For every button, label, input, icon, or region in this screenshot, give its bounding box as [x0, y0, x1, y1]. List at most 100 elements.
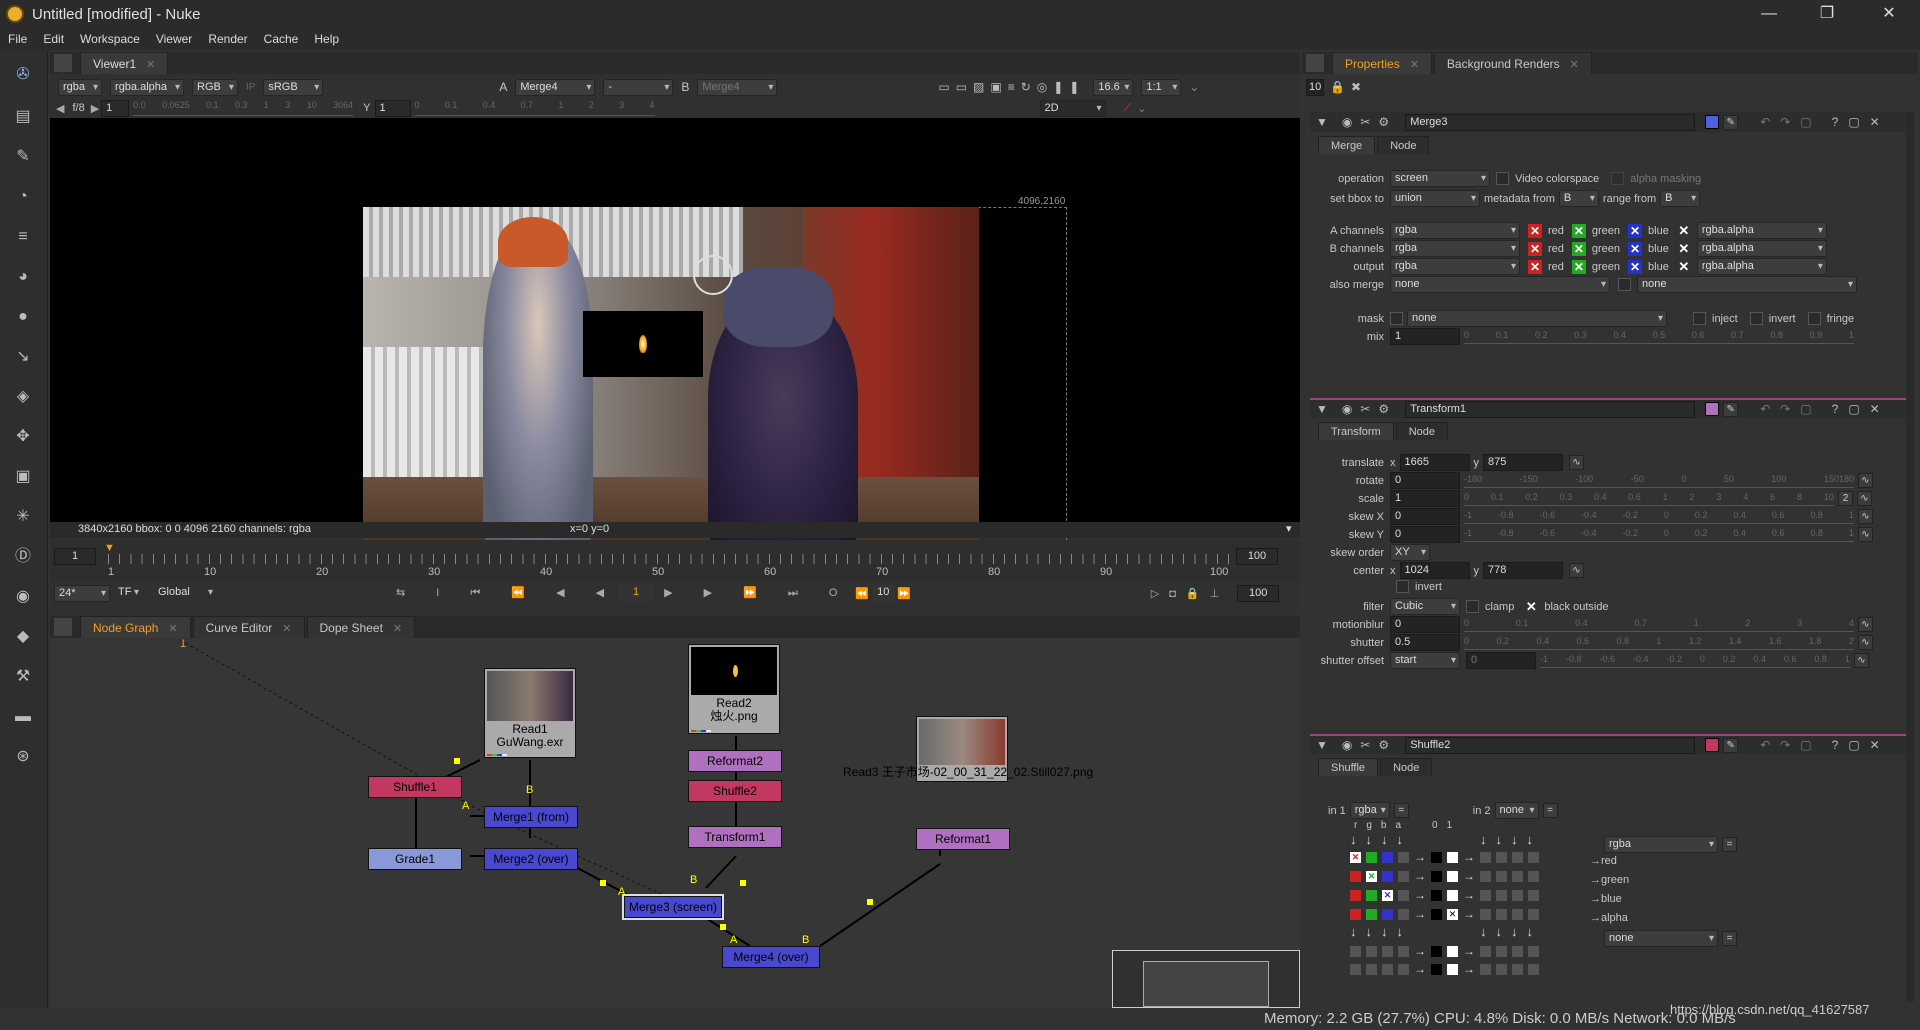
bbox-dropdown[interactable]: union	[1390, 190, 1480, 207]
out1-dropdown[interactable]: rgba	[1604, 836, 1718, 853]
in2-dropdown[interactable]: none	[1494, 802, 1539, 819]
mask-dropdown[interactable]: none	[1407, 310, 1667, 327]
frame-step-field[interactable]: 10	[873, 584, 896, 602]
center-y-field[interactable]: 778	[1483, 562, 1563, 579]
skew-order-dropdown[interactable]: XY	[1390, 544, 1430, 561]
input-a-dropdown[interactable]: Merge4	[515, 78, 596, 96]
node-reformat1[interactable]: Reformat1	[916, 828, 1010, 850]
merge-nodes-icon[interactable]: ◈	[12, 386, 34, 408]
node-name-field[interactable]: Shuffle2	[1405, 736, 1696, 754]
tab-node[interactable]: Node	[1380, 758, 1433, 776]
rotate-field[interactable]: 0	[1390, 472, 1460, 489]
mix-field[interactable]: 1	[1390, 328, 1460, 345]
flipbook-icons[interactable]: ▷◘🔒⊥	[1151, 587, 1229, 600]
node-color-icon[interactable]	[1705, 738, 1720, 752]
playback-buttons[interactable]: ⇆ I ⏮ ⏪ ◀ ◀	[396, 586, 618, 600]
panel-action-icons[interactable]: ↶↷▢	[1760, 115, 1821, 129]
animation-icon[interactable]: ∿	[1569, 563, 1584, 578]
shutter-field[interactable]: 0.5	[1390, 634, 1460, 651]
max-panels-field[interactable]: 10	[1306, 78, 1324, 96]
a-blue-checkbox[interactable]: ✕	[1628, 223, 1643, 238]
menu-cache[interactable]: Cache	[256, 32, 307, 46]
particles-nodes-icon[interactable]: ✳	[12, 506, 34, 528]
furnace-nodes-icon[interactable]: ⊛	[12, 746, 34, 768]
collapse-icon[interactable]: ▼	[1316, 115, 1328, 129]
gamma-field[interactable]: 1	[374, 99, 411, 117]
b-blue-checkbox[interactable]: ✕	[1628, 241, 1643, 256]
node-read3[interactable]: Read3 王子市场-02_00_31_22_02.Still027.png	[843, 716, 1093, 782]
node-color-icon[interactable]	[1705, 115, 1720, 129]
scale-slider[interactable]: 0 0.1 0.2 0.3 0.4 0.6 1 2 3 4 6 8 10	[1464, 492, 1834, 506]
fps-dropdown[interactable]: 24*	[54, 584, 110, 602]
node-grade1[interactable]: Grade1	[368, 848, 462, 870]
nuke-menu-icon[interactable]: ✇	[12, 64, 34, 86]
out2-dropdown[interactable]: none	[1604, 930, 1718, 947]
step-back-icon[interactable]: ⏪	[855, 587, 869, 600]
font-color-icon[interactable]: ✎	[1723, 401, 1739, 417]
time-nodes-icon[interactable]: ◔	[12, 186, 34, 208]
toolsets-icon[interactable]: ⚒	[12, 666, 34, 688]
info-expand-icon[interactable]: ▾	[1286, 522, 1292, 535]
gain-slider[interactable]: 0.0 0.0625 0.1 0.3 1 3 10 3064	[133, 100, 354, 116]
node-read2[interactable]: Read2 烛火.png	[688, 644, 780, 734]
node-transform1[interactable]: Transform1	[688, 826, 782, 848]
gamma-slider[interactable]: 0 0.1 0.4 0.7 1 2 3 4	[414, 100, 655, 116]
zoom-dropdown[interactable]: 16.6	[1093, 78, 1134, 96]
channels-dropdown[interactable]: rgba	[58, 78, 103, 96]
tab-shuffle[interactable]: Shuffle	[1318, 758, 1379, 776]
properties-scrollbar[interactable]	[1906, 112, 1914, 1002]
node-panel-icons[interactable]: ◉✂⚙	[1342, 115, 1397, 129]
black-outside-checkbox[interactable]: ✕	[1524, 599, 1538, 614]
view-mode-dropdown[interactable]: 2D	[1039, 99, 1106, 117]
composite-mode-dropdown[interactable]: -	[603, 78, 674, 96]
step-forward-icon[interactable]: ⏩	[897, 587, 911, 600]
skew-x-slider[interactable]: -1 -0.8 -0.6 -0.4 -0.2 0 0.2 0.4 0.6 0.8 1	[1464, 510, 1854, 524]
tab-properties[interactable]: Properties ✕	[1332, 52, 1432, 74]
node-name-field[interactable]: Transform1	[1405, 400, 1696, 418]
out2-link-icon[interactable]: =	[1722, 931, 1737, 946]
translate-y-field[interactable]: 875	[1483, 454, 1563, 471]
minimize-button[interactable]: —	[1746, 0, 1792, 28]
shutter-offset-slider[interactable]: -1 -0.8 -0.6 -0.4 -0.2 0 0.2 0.4 0.6 0.8 1	[1540, 654, 1850, 668]
animation-icon[interactable]: ∿	[1569, 455, 1584, 470]
3d-nodes-icon[interactable]: ▣	[12, 466, 34, 488]
viewer-menu-icon[interactable]: ⌄	[1189, 80, 1199, 94]
node-panel-icons[interactable]: ◉✂⚙	[1342, 402, 1397, 416]
skew-y-field[interactable]: 0	[1390, 526, 1460, 543]
filter-nodes-icon[interactable]: ●	[12, 306, 34, 328]
lut-dropdown[interactable]: sRGB	[263, 78, 324, 96]
panel-menu-icon[interactable]	[1306, 54, 1324, 72]
draw-nodes-icon[interactable]: ✎	[12, 146, 34, 168]
timeline-out-field[interactable]: 100	[1236, 548, 1278, 565]
fstop-right-icon[interactable]: ▶	[91, 102, 99, 115]
mix-slider[interactable]: 0 0.1 0.2 0.3 0.4 0.5 0.6 0.7 0.8 0.9 1	[1464, 330, 1854, 344]
node-name-field[interactable]: Merge3	[1405, 113, 1696, 131]
video-colorspace-checkbox[interactable]	[1496, 172, 1509, 185]
b-alpha-dropdown[interactable]: rgba.alpha	[1696, 240, 1827, 257]
alpha-dropdown[interactable]: rgba.alpha	[110, 78, 185, 96]
lock-panels-icon[interactable]: 🔒	[1330, 80, 1345, 94]
node-color-icon[interactable]	[1705, 402, 1720, 416]
node-graph-panel[interactable]: Node Graph ✕ Curve Editor ✕ Dope Sheet ✕ 1	[50, 616, 1300, 1008]
node-shuffle1[interactable]: Shuffle1	[368, 776, 462, 798]
out-alpha-checkbox[interactable]: ✕	[1677, 259, 1691, 274]
skew-x-field[interactable]: 0	[1390, 508, 1460, 525]
node-merge2[interactable]: Merge2 (over)	[484, 848, 578, 870]
rotate-slider[interactable]: -180 -150 -100 -50 0 50 100 150180	[1464, 474, 1854, 488]
motionblur-field[interactable]: 0	[1390, 616, 1460, 633]
metadata-dropdown[interactable]: B	[1558, 190, 1599, 207]
tab-transform[interactable]: Transform	[1318, 422, 1394, 440]
fstop-label[interactable]: f/8	[72, 102, 84, 114]
views-nodes-icon[interactable]: ◉	[12, 586, 34, 608]
color-nodes-icon[interactable]: ◕	[12, 266, 34, 288]
font-color-icon[interactable]: ✎	[1723, 114, 1739, 130]
fringe-checkbox[interactable]	[1807, 312, 1821, 325]
inject-checkbox[interactable]	[1693, 312, 1706, 325]
tab-background-renders[interactable]: Background Renders ✕	[1433, 52, 1592, 74]
tab-viewer1[interactable]: Viewer1 ✕	[80, 52, 169, 74]
node-panel-icons[interactable]: ◉✂⚙	[1342, 738, 1397, 752]
in1-link-icon[interactable]: =	[1393, 803, 1409, 818]
menu-workspace[interactable]: Workspace	[72, 32, 148, 46]
channel-nodes-icon[interactable]: ≡	[12, 226, 34, 248]
shutter-slider[interactable]: 0 0.2 0.4 0.6 0.8 1 1.2 1.4 1.6 1.8 2	[1464, 636, 1854, 650]
